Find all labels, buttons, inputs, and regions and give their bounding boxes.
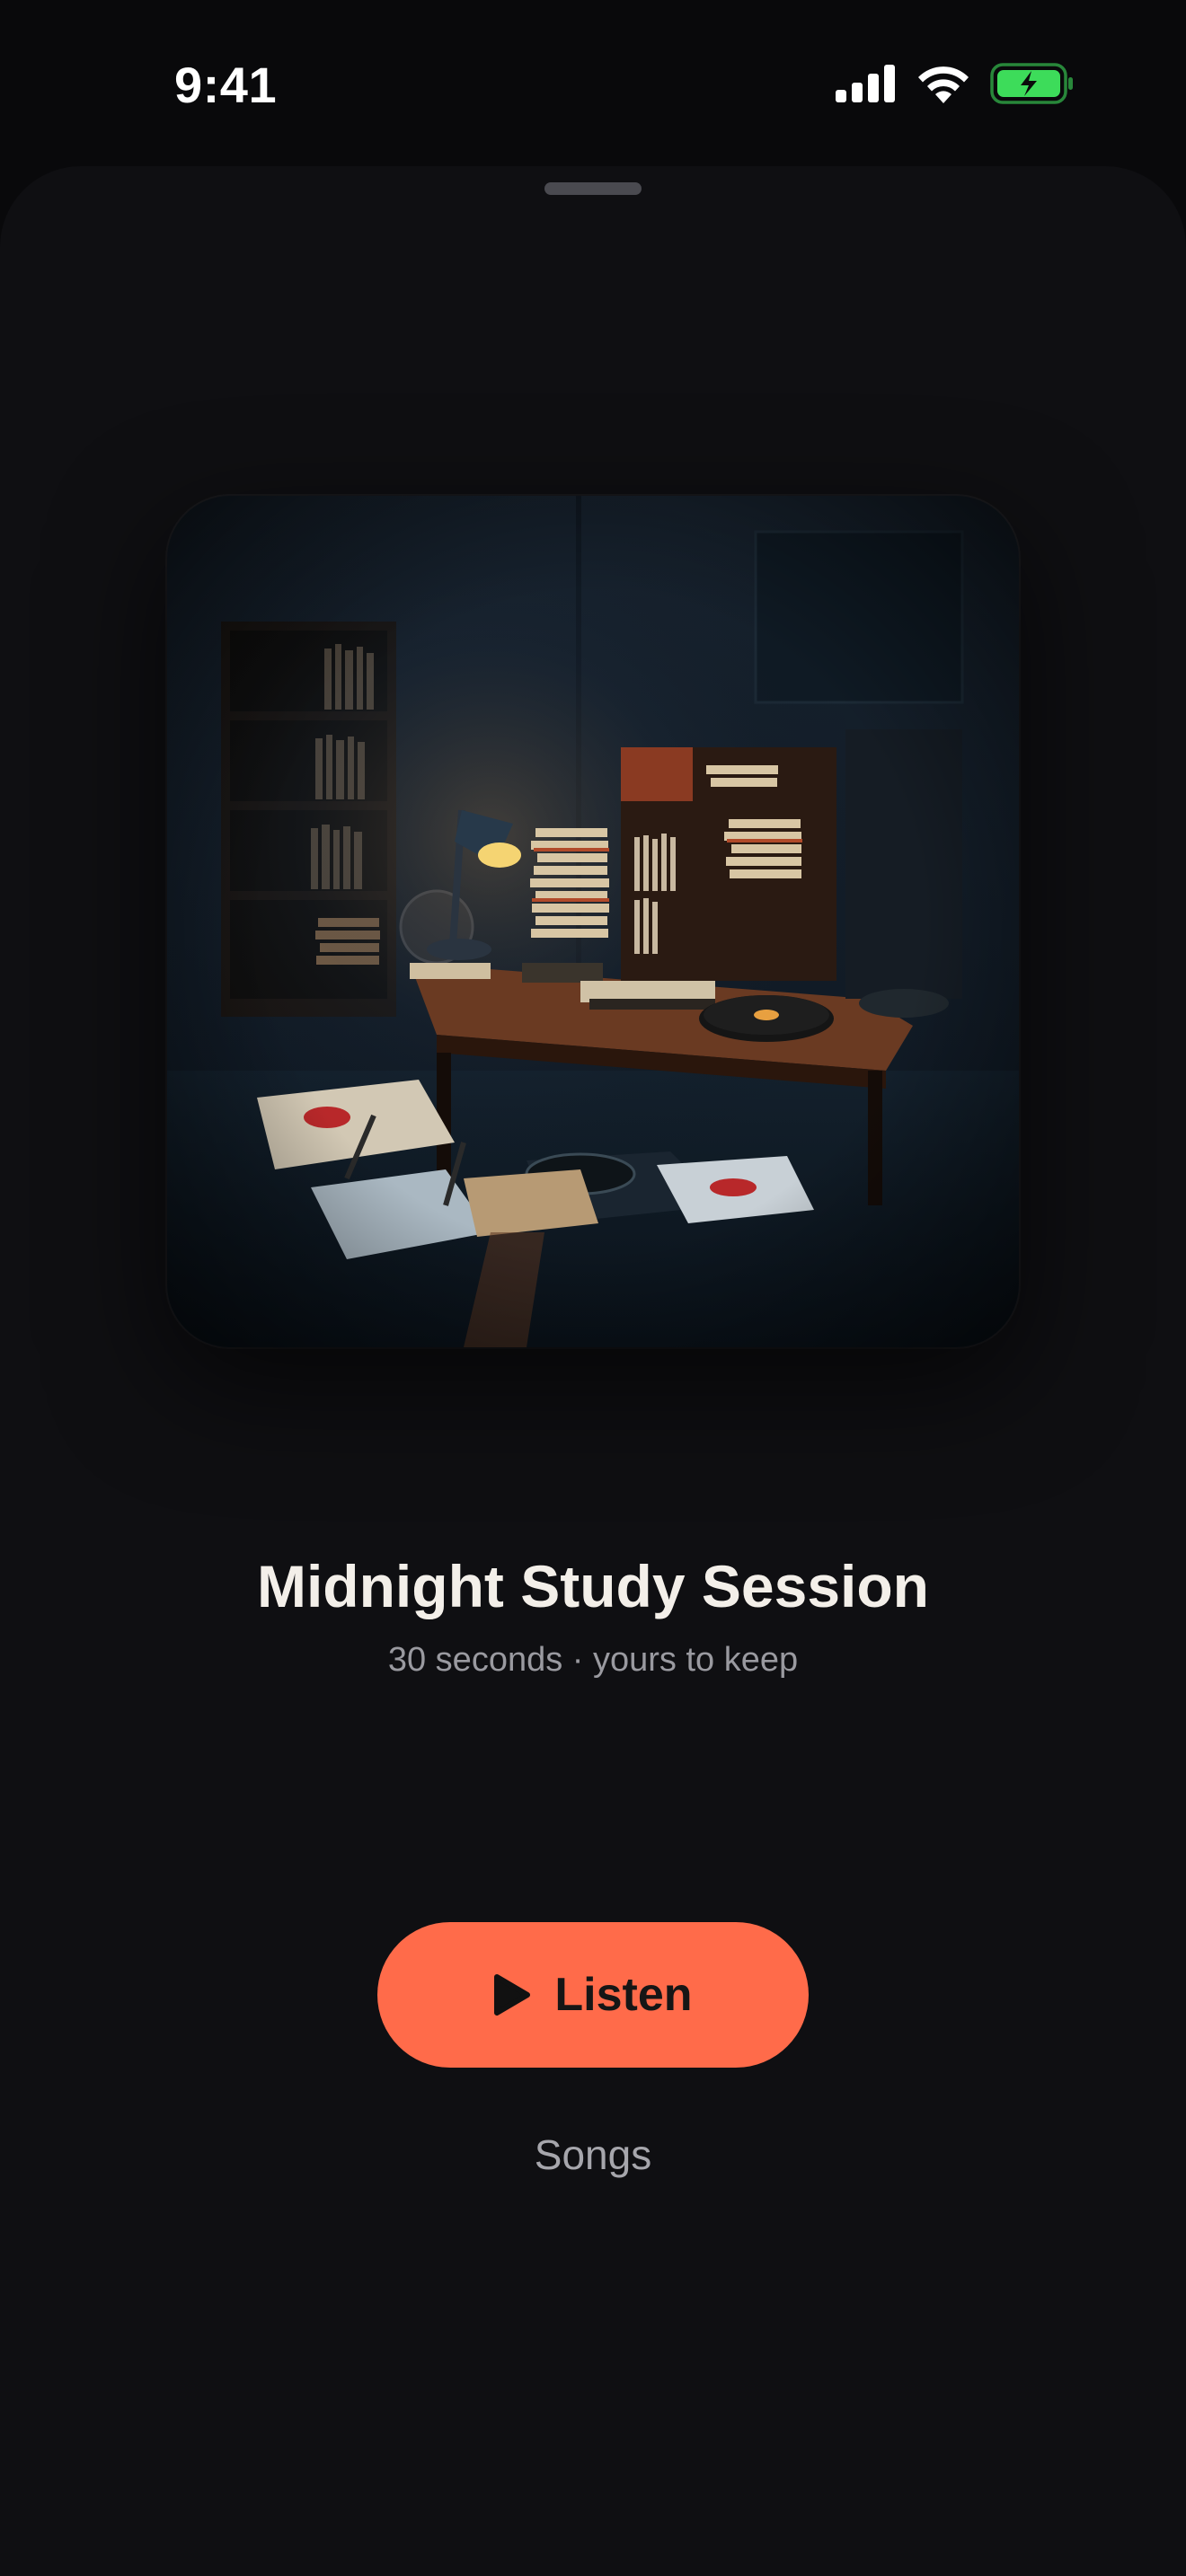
sheet-grabber[interactable]	[544, 182, 642, 195]
play-icon	[494, 1974, 531, 2016]
status-bar: 9:41	[0, 0, 1186, 162]
battery-charging-icon	[990, 63, 1073, 104]
artwork-illustration	[167, 496, 1019, 1347]
listen-button[interactable]: Listen	[377, 1922, 809, 2068]
status-icons	[836, 63, 1075, 104]
screen: 9:41 Midnight Study Session 30 seconds ·…	[0, 0, 1186, 2576]
track-subtitle: 30 seconds · yours to keep	[387, 1641, 799, 1679]
cellular-signal-icon	[836, 65, 895, 102]
track-title: Midnight Study Session	[256, 1553, 929, 1619]
status-time: 9:41	[174, 57, 278, 113]
wifi-icon	[918, 66, 969, 103]
album-artwork	[167, 496, 1019, 1347]
songs-link[interactable]: Songs	[0, 2130, 1186, 2179]
listen-label: Listen	[554, 1969, 693, 2021]
